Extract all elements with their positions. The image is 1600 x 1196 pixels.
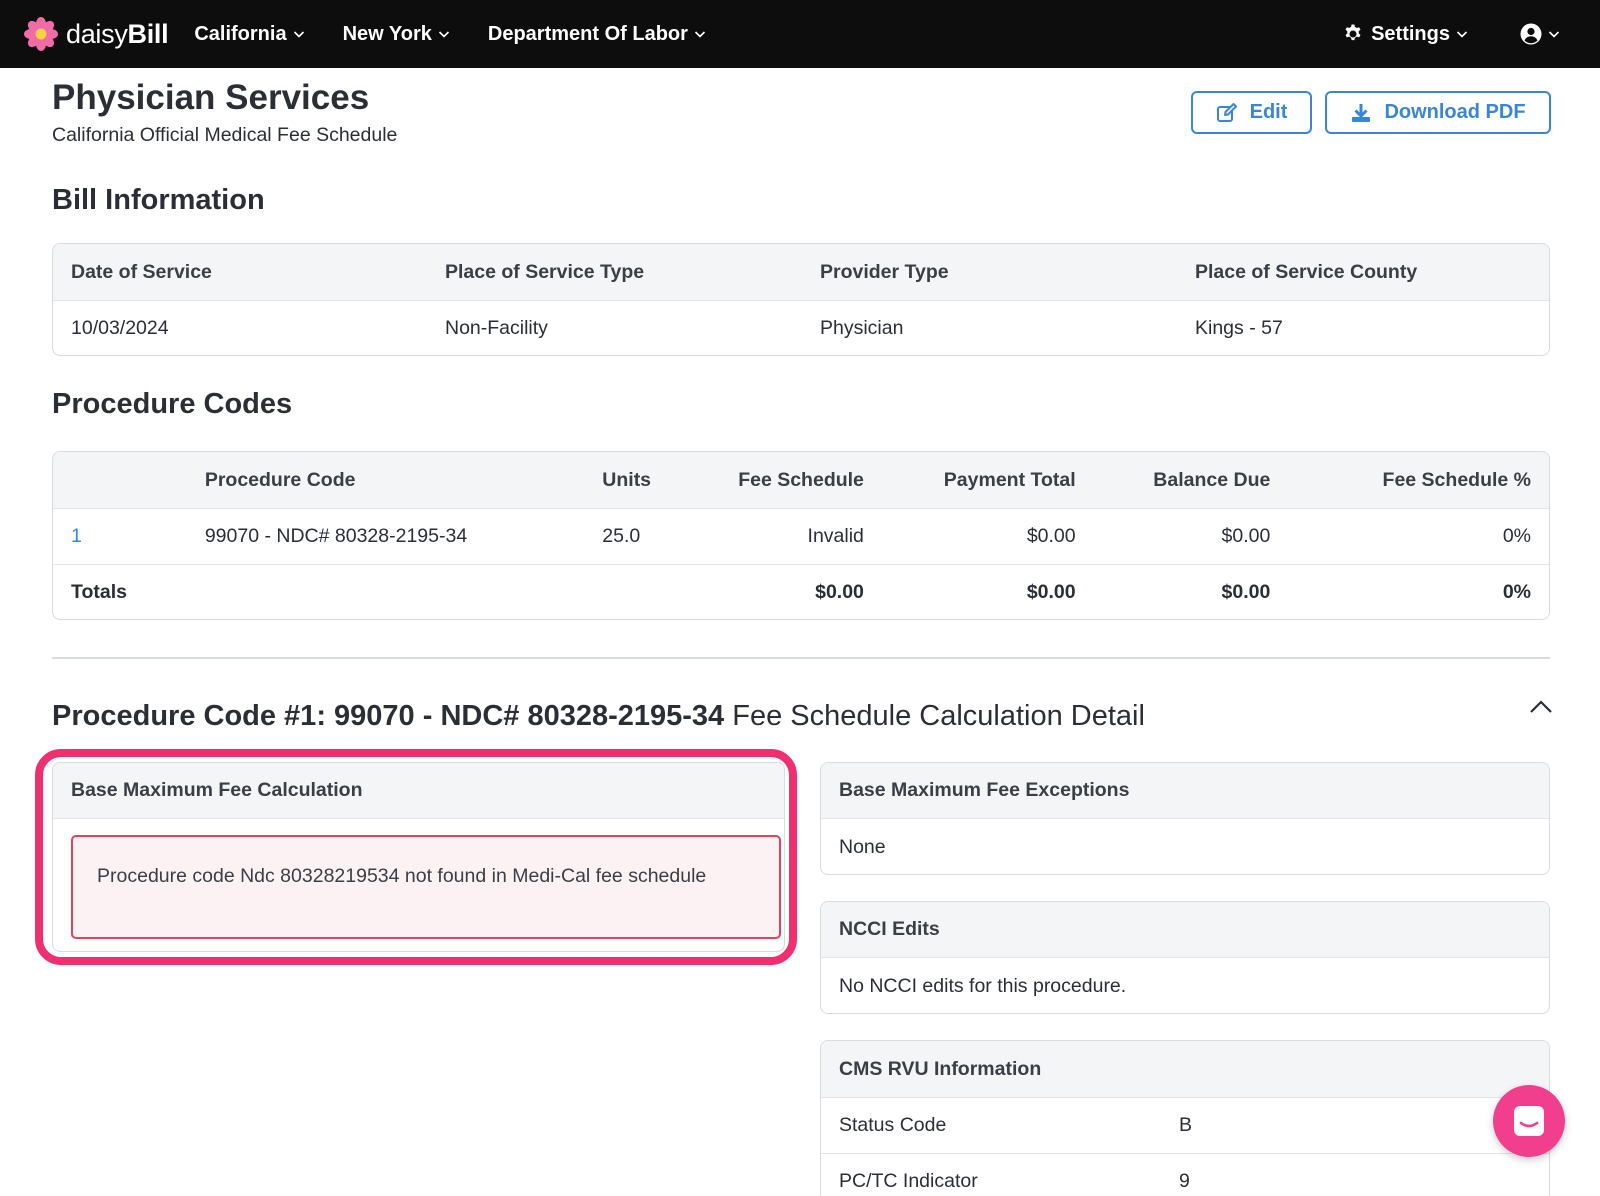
- download-pdf-button[interactable]: Download PDF: [1325, 91, 1551, 134]
- totals-label: Totals: [71, 581, 127, 603]
- base-maximum-fee-exceptions-panel: Base Maximum Fee Exceptions None: [820, 762, 1550, 875]
- brand[interactable]: daisyBill: [24, 17, 169, 51]
- user-circle-icon: [1520, 23, 1542, 45]
- table-row: 1 99070 - NDC# 80328-2195-34 25.0 Invali…: [53, 508, 1549, 564]
- edit-icon: [1216, 102, 1237, 122]
- column-header: Units: [602, 468, 652, 491]
- edit-button-label: Edit: [1249, 101, 1288, 123]
- brand-name: daisyBill: [66, 18, 169, 49]
- fee-schedule-percent-value: 0%: [1502, 525, 1531, 547]
- totals-balance-due: $0.00: [1221, 581, 1271, 603]
- detail-title-rest: Fee Schedule Calculation Detail: [724, 700, 1145, 732]
- pc-tc-indicator-value: 9: [1179, 1170, 1190, 1192]
- nav-dol-label: Department Of Labor: [487, 22, 688, 45]
- page-title: Physician Services: [52, 78, 370, 117]
- settings-label: Settings: [1371, 22, 1450, 45]
- totals-row: Totals $0.00 $0.00 $0.00 0%: [53, 564, 1549, 619]
- totals-fee-schedule-percent: 0%: [1502, 581, 1531, 603]
- nav-new-york-label: New York: [342, 22, 432, 45]
- page-subtitle: California Official Medical Fee Schedule: [52, 124, 398, 146]
- nav-new-york[interactable]: New York: [343, 23, 450, 46]
- top-navbar: daisyBill California New York Department…: [0, 0, 1600, 68]
- download-pdf-label: Download PDF: [1384, 101, 1526, 123]
- cms-rvu-information-panel: CMS RVU Information Status Code B PC/TC …: [820, 1040, 1550, 1196]
- totals-payment-total: $0.00: [1026, 581, 1076, 603]
- nav-menu: California New York Department Of Labor: [194, 23, 744, 46]
- procedure-codes-title: Procedure Codes: [52, 388, 293, 420]
- date-of-service-value: 10/03/2024: [71, 317, 169, 339]
- procedure-codes-table: Procedure Code Units Fee Schedule Paymen…: [52, 451, 1550, 620]
- highlight-annotation: [35, 749, 797, 965]
- settings-menu[interactable]: Settings: [1343, 23, 1468, 46]
- column-header: Fee Schedule %: [1382, 468, 1531, 491]
- detail-title-bold: Procedure Code #1: 99070 - NDC# 80328-21…: [52, 700, 725, 732]
- procedure-code-value: 99070 - NDC# 80328-2195-34: [204, 525, 468, 547]
- column-header: Procedure Code: [204, 468, 356, 491]
- status-code-label: Status Code: [839, 1114, 947, 1136]
- section-divider: [52, 657, 1550, 659]
- chevron-down-icon: [293, 31, 304, 38]
- table-header-row: Date of Service Place of Service Type Pr…: [53, 244, 1549, 300]
- column-header: Fee Schedule: [738, 468, 864, 491]
- balance-due-value: $0.00: [1221, 525, 1271, 547]
- ncci-edits-panel: NCCI Edits No NCCI edits for this proced…: [820, 901, 1550, 1014]
- chat-launcher-button[interactable]: [1493, 1085, 1565, 1157]
- chevron-up-icon[interactable]: [1528, 694, 1554, 720]
- nav-right: Settings: [1343, 23, 1560, 46]
- user-menu[interactable]: [1520, 23, 1560, 45]
- panel-title: NCCI Edits: [821, 902, 1549, 958]
- chevron-down-icon: [1456, 31, 1468, 38]
- chevron-down-icon: [438, 31, 449, 38]
- nav-california-label: California: [194, 22, 287, 45]
- nav-california[interactable]: California: [194, 23, 304, 46]
- payment-total-value: $0.00: [1026, 525, 1076, 547]
- table-row: 10/03/2024 Non-Facility Physician Kings …: [53, 300, 1549, 355]
- place-of-service-county-value: Kings - 57: [1195, 317, 1283, 339]
- panel-title: Base Maximum Fee Exceptions: [821, 763, 1549, 819]
- panel-title: CMS RVU Information: [821, 1041, 1549, 1097]
- gear-icon: [1345, 24, 1361, 41]
- nav-department-of-labor[interactable]: Department Of Labor: [488, 23, 706, 46]
- download-icon: [1352, 103, 1371, 122]
- ncci-edits-value: No NCCI edits for this procedure.: [839, 974, 1127, 997]
- column-header: Provider Type: [820, 260, 949, 283]
- table-row: PC/TC Indicator 9: [821, 1153, 1549, 1196]
- daisy-flower-icon: [24, 17, 58, 51]
- exceptions-value: None: [839, 835, 886, 858]
- column-header: Payment Total: [943, 468, 1076, 491]
- column-header: Date of Service: [71, 260, 212, 283]
- bill-information-table: Date of Service Place of Service Type Pr…: [52, 243, 1550, 356]
- procedure-line-link[interactable]: 1: [53, 525, 187, 548]
- provider-type-value: Physician: [820, 317, 904, 339]
- pc-tc-indicator-label: PC/TC Indicator: [839, 1170, 978, 1192]
- table-row: Status Code B: [821, 1097, 1549, 1153]
- status-code-value: B: [1179, 1114, 1193, 1136]
- table-header-row: Procedure Code Units Fee Schedule Paymen…: [53, 452, 1549, 508]
- column-header: Place of Service County: [1195, 260, 1418, 283]
- totals-fee-schedule: $0.00: [815, 581, 864, 603]
- app-window: daisyBill California New York Department…: [0, 0, 1600, 1196]
- column-header: Place of Service Type: [445, 260, 645, 283]
- units-value: 25.0: [602, 525, 641, 547]
- bill-information-title: Bill Information: [52, 184, 265, 216]
- fee-schedule-value: Invalid: [807, 525, 864, 547]
- edit-button[interactable]: Edit: [1191, 91, 1312, 134]
- place-of-service-type-value: Non-Facility: [445, 317, 548, 339]
- column-header: Balance Due: [1153, 468, 1271, 491]
- chevron-down-icon: [694, 31, 705, 38]
- calculation-detail-title: Procedure Code #1: 99070 - NDC# 80328-21…: [52, 700, 1145, 733]
- chevron-down-icon: [1548, 31, 1560, 38]
- chat-icon: [1514, 1106, 1544, 1136]
